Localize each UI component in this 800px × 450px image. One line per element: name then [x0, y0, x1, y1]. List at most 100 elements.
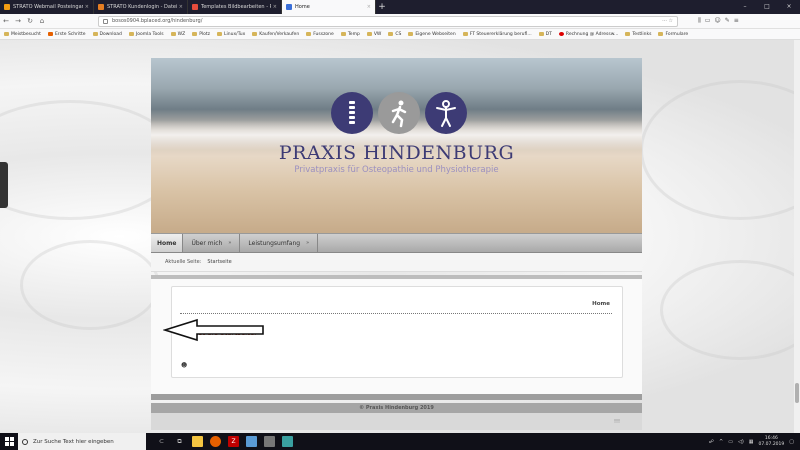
folder-icon	[388, 32, 394, 36]
folder-icon	[92, 32, 98, 36]
bookmark-item[interactable]: CS	[388, 32, 401, 37]
person-icon[interactable]: ☍	[709, 439, 714, 445]
back-icon[interactable]: ←	[0, 17, 12, 25]
library-icon[interactable]: ⫼	[698, 17, 701, 25]
taskbar-search[interactable]: Zur Suche Text hier eingeben	[18, 433, 146, 450]
body-logo-icon	[425, 92, 467, 134]
chevron-right-icon: »	[306, 240, 310, 246]
app-icon[interactable]	[264, 436, 275, 447]
folder-icon	[625, 32, 631, 36]
close-tab-icon[interactable]: ×	[179, 4, 183, 10]
home-icon[interactable]: ⌂	[36, 17, 48, 25]
browser-tab-webmail[interactable]: STRATO Webmail Posteingang ×	[0, 0, 94, 14]
close-tab-icon[interactable]: ×	[273, 4, 277, 10]
scrollbar[interactable]	[794, 40, 800, 433]
reload-icon[interactable]: ↻	[24, 17, 36, 25]
bookmark-item[interactable]: DT	[538, 32, 552, 37]
opera-icon	[558, 32, 564, 36]
folder-icon	[538, 32, 544, 36]
favicon-icon	[4, 4, 10, 10]
bookmark-item[interactable]: Kaufen/Verkaufen	[252, 32, 299, 37]
browser-tab-kundenlogin[interactable]: STRATO Kundenlogin - Datei ×	[94, 0, 188, 14]
close-tab-icon[interactable]: ×	[367, 4, 371, 10]
gear-icon	[4, 32, 9, 36]
menu-item-leistungsumfang[interactable]: Leistungsumfang»	[240, 234, 319, 252]
url-text: bosos0904.bplaced.org/hindenburg/	[112, 18, 203, 24]
system-tray: ☍ ^ ▭ ◁) ▦ 16:46 07.07.2019 ▢	[709, 436, 800, 448]
start-button[interactable]	[0, 433, 18, 450]
close-window-button[interactable]: ×	[778, 0, 800, 14]
side-panel-handle[interactable]	[0, 162, 8, 208]
menu-item-ueber-mich[interactable]: Über mich»	[183, 234, 241, 252]
bookmark-item[interactable]: Eigene Webseiten	[408, 32, 456, 37]
background-swirl	[20, 240, 160, 330]
bookmark-item[interactable]: Fusszone	[306, 32, 334, 37]
article-heading: Home	[592, 301, 610, 307]
brand-title: PRAXIS HINDENBURG	[278, 142, 515, 164]
keyboard-icon[interactable]: ▦	[749, 439, 754, 445]
task-view-icon[interactable]: ⧉	[174, 436, 185, 447]
taskbar: Zur Suche Text hier eingeben ⊂ ⧉ Z ☍ ^ ▭…	[0, 433, 800, 450]
bookmark-item[interactable]: Download	[92, 32, 122, 37]
bookmark-item[interactable]: Plotz	[192, 32, 210, 37]
menu-icon[interactable]: ≡	[734, 17, 739, 25]
search-icon	[22, 438, 28, 445]
info-icon[interactable]	[103, 18, 108, 24]
background-swirl	[640, 80, 800, 220]
folder-icon	[462, 32, 468, 36]
firefox-icon	[47, 32, 53, 36]
breadcrumb-current[interactable]: Startseite	[207, 259, 231, 265]
app-icon[interactable]	[246, 436, 257, 447]
close-tab-icon[interactable]: ×	[85, 4, 89, 10]
bookmark-item[interactable]: Testlinks	[625, 32, 651, 37]
browser-tab-bar: STRATO Webmail Posteingang × STRATO Kunde…	[0, 0, 800, 14]
url-bar[interactable]: bosos0904.bplaced.org/hindenburg/ ··· ☆	[98, 15, 678, 27]
bookmark-item[interactable]: Joomla Tools	[128, 32, 164, 37]
arrow-left-icon	[163, 318, 264, 342]
folder-icon	[192, 32, 198, 36]
browser-nav-bar: ← → ↻ ⌂ bosos0904.bplaced.org/hindenburg…	[0, 14, 800, 29]
bookmark-item[interactable]: Formulare	[658, 32, 688, 37]
browser-tab-home[interactable]: Home ×	[282, 0, 376, 14]
bookmark-item[interactable]: WZ	[170, 32, 185, 37]
pen-icon[interactable]: ✎	[725, 17, 730, 25]
bookmark-item[interactable]: Rechnung @ Adressw...	[558, 32, 618, 37]
breadcrumb-label: Aktuelle Seite:	[165, 259, 202, 265]
main-menu: Home Über mich» Leistungsumfang»	[151, 233, 642, 253]
bookmark-item[interactable]: Linux/Tux	[217, 32, 245, 37]
chevron-up-icon[interactable]: ^	[719, 439, 723, 445]
bookmark-item[interactable]: Erste Schritte	[47, 32, 86, 37]
chevron-right-icon: »	[228, 240, 232, 246]
new-tab-button[interactable]: +	[376, 0, 388, 14]
browser-tab-templates[interactable]: Templates Bildbearbeiten - Pr ×	[188, 0, 282, 14]
sidebar-icon[interactable]: ▭	[705, 17, 711, 25]
bookmark-item[interactable]: FT Steuererklärung berufl...	[462, 32, 532, 37]
volume-icon[interactable]: ◁)	[738, 439, 744, 445]
folder-icon	[170, 32, 176, 36]
folder-icon	[217, 32, 223, 36]
folder-icon	[366, 32, 372, 36]
bookmark-item[interactable]: VW	[366, 32, 381, 37]
firefox-icon[interactable]	[210, 436, 221, 447]
taskbar-apps: ⊂ ⧉ Z	[156, 436, 293, 447]
network-icon[interactable]: ▭	[728, 439, 733, 445]
scrollbar-thumb[interactable]	[795, 383, 799, 403]
bookmark-item[interactable]: Temp	[340, 32, 360, 37]
notifications-icon[interactable]: ▢	[789, 439, 794, 445]
page-actions[interactable]: ··· ☆	[662, 18, 673, 24]
app-icon[interactable]	[282, 436, 293, 447]
footer-icons: !!!	[613, 419, 620, 425]
account-icon[interactable]: ☺	[714, 17, 720, 25]
menu-item-home[interactable]: Home	[151, 234, 184, 252]
clock[interactable]: 16:46 07.07.2019	[759, 436, 785, 448]
forward-icon[interactable]: →	[12, 17, 24, 25]
maximize-button[interactable]: □	[756, 0, 778, 14]
filezilla-icon[interactable]: Z	[228, 436, 239, 447]
bookmark-item[interactable]: Meistbesucht	[4, 32, 41, 37]
minimize-button[interactable]: –	[734, 0, 756, 14]
logo-group	[331, 92, 467, 134]
spine-logo-icon	[331, 92, 373, 134]
explorer-icon[interactable]	[192, 436, 203, 447]
favicon-icon	[98, 4, 104, 10]
microphone-icon[interactable]: ⊂	[156, 436, 167, 447]
